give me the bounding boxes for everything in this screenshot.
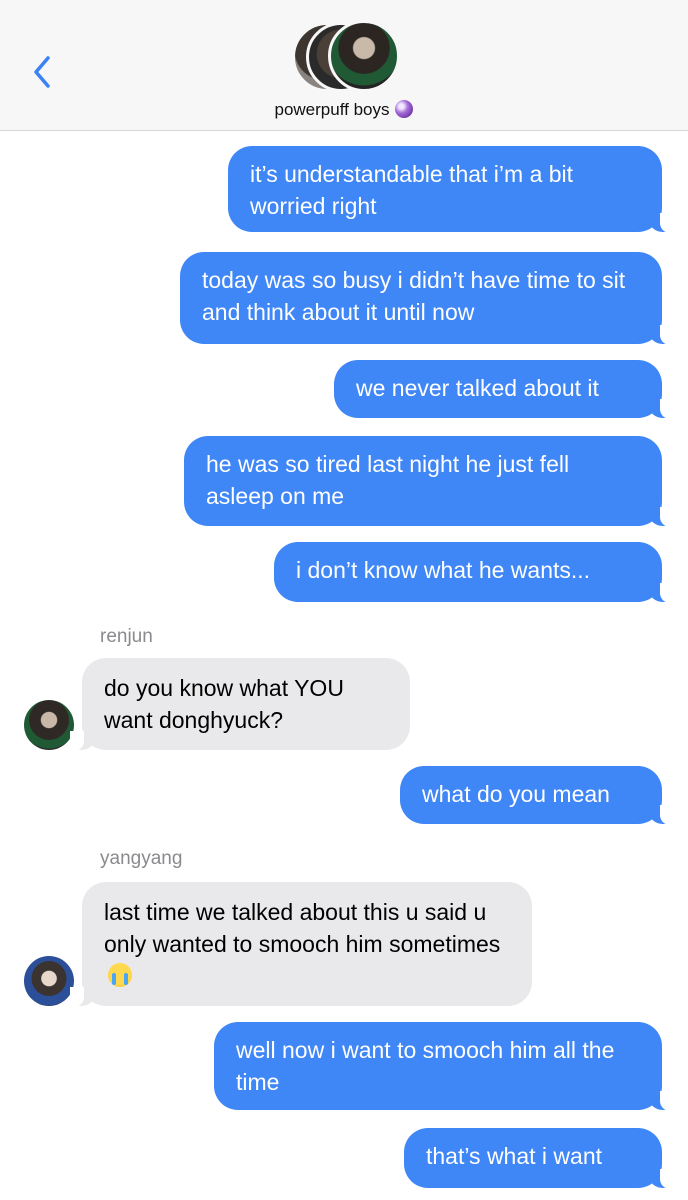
- loudly-crying-face-icon: [108, 963, 132, 987]
- message-text: do you know what YOU want donghyuck?: [104, 675, 344, 733]
- message-text: we never talked about it: [356, 375, 599, 401]
- message-text: today was so busy i didn’t have time to …: [202, 267, 626, 325]
- sender-name: yangyang: [100, 848, 183, 869]
- message-bubble-outgoing[interactable]: well now i want to smooch him all the ti…: [214, 1022, 674, 1111]
- message-text: he was so tired last night he just fell …: [206, 451, 570, 509]
- message-bubble-incoming[interactable]: do you know what YOU want donghyuck?: [70, 658, 410, 751]
- avatar[interactable]: [24, 956, 74, 1006]
- avatar[interactable]: [24, 700, 74, 750]
- group-name: powerpuff boys: [274, 100, 390, 119]
- message-bubble-outgoing[interactable]: i don’t know what he wants...: [274, 542, 674, 603]
- message-text: it’s understandable that i’m a bit worri…: [250, 161, 574, 219]
- message-text: i don’t know what he wants...: [296, 557, 591, 583]
- message-text: last time we talked about this u said u …: [104, 899, 501, 957]
- message-text: well now i want to smooch him all the ti…: [236, 1037, 615, 1095]
- group-avatars[interactable]: [292, 20, 402, 92]
- group-name-row[interactable]: powerpuff boys: [0, 100, 688, 120]
- chat-header: powerpuff boys: [0, 0, 688, 131]
- chevron-left-icon: [34, 56, 50, 88]
- sender-name: renjun: [100, 626, 153, 647]
- message-bubble-outgoing[interactable]: what do you mean: [400, 766, 674, 825]
- message-bubble-outgoing[interactable]: we never talked about it: [334, 360, 674, 419]
- message-bubble-outgoing[interactable]: it’s understandable that i’m a bit worri…: [228, 146, 674, 233]
- message-bubble-outgoing[interactable]: he was so tired last night he just fell …: [184, 436, 674, 527]
- message-bubble-incoming[interactable]: last time we talked about this u said u …: [70, 882, 532, 1007]
- back-button[interactable]: [28, 52, 56, 92]
- message-text: what do you mean: [422, 781, 610, 807]
- message-bubble-outgoing[interactable]: that’s what i want: [404, 1128, 674, 1189]
- message-text: that’s what i want: [426, 1143, 603, 1169]
- message-bubble-outgoing[interactable]: today was so busy i didn’t have time to …: [180, 252, 674, 345]
- crystal-ball-icon: [395, 100, 414, 118]
- avatar: [328, 20, 400, 92]
